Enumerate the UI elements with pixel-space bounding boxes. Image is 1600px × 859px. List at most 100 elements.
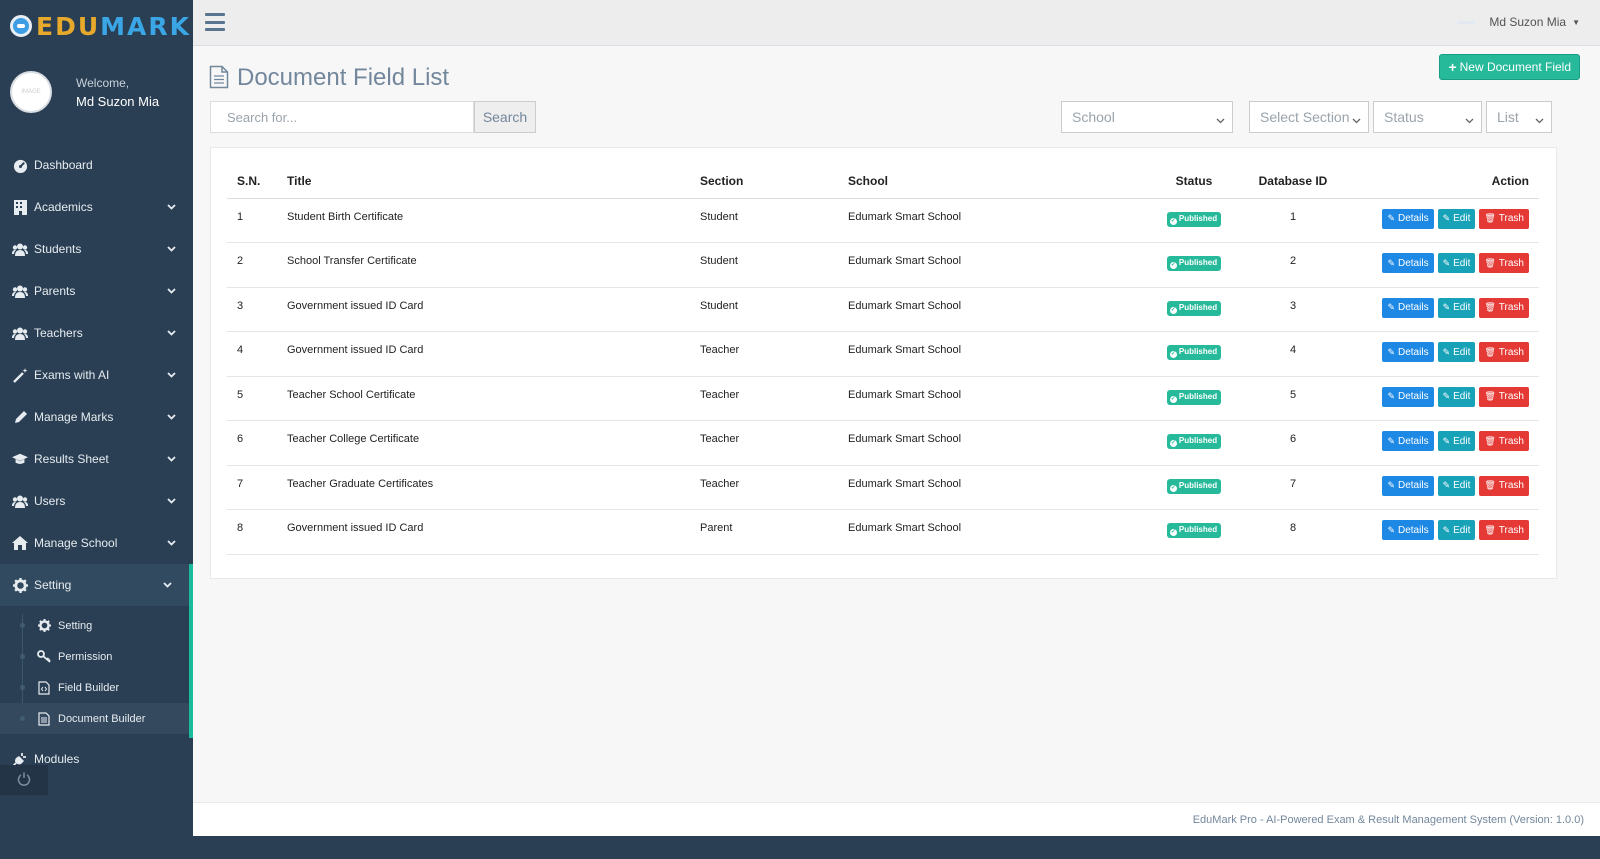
trash-button[interactable]: 🗑 Trash	[1479, 297, 1529, 318]
cell-school: Edumark Smart School	[838, 287, 1144, 332]
chevron-down-icon	[1465, 112, 1475, 124]
cell-action: ✎ Details ✎ Edit 🗑 Trash	[1342, 198, 1539, 243]
edit-square-icon: ✎	[1442, 524, 1451, 535]
brand-name: EDUMARK	[36, 11, 191, 41]
user-avatar	[1457, 20, 1476, 24]
edit-button[interactable]: ✎ Edit	[1437, 520, 1476, 540]
cell-action: ✎ Details ✎ Edit 🗑 Trash	[1342, 509, 1539, 555]
user-dropdown[interactable]: Md Suzon Mia ▼	[1457, 15, 1580, 29]
cell-sn: 7	[227, 465, 277, 510]
cell-title: School Transfer Certificate	[277, 242, 690, 288]
check-circle-icon: ✓	[1169, 440, 1177, 447]
trash-button[interactable]: 🗑 Trash	[1479, 475, 1529, 496]
sidebar-item-manage-marks[interactable]: Manage Marks	[0, 396, 193, 438]
check-circle-icon: ✓	[1169, 306, 1177, 314]
status-select[interactable]: Status	[1373, 101, 1482, 133]
cell-database-id: 7	[1244, 465, 1342, 510]
cell-database-id: 1	[1244, 198, 1342, 243]
cell-school: Edumark Smart School	[838, 198, 1144, 243]
sidebar-item-results-sheet[interactable]: Results Sheet	[0, 438, 193, 480]
details-button[interactable]: ✎ Details	[1382, 208, 1434, 229]
edit-button[interactable]: ✎ Edit	[1437, 386, 1476, 407]
col-header-section: Section	[690, 164, 838, 199]
sidebar-item-setting[interactable]: Setting	[0, 564, 193, 606]
details-button[interactable]: ✎ Details	[1382, 386, 1434, 407]
sidebar-item-users[interactable]: Users	[0, 480, 193, 522]
search-input[interactable]	[210, 101, 474, 133]
details-button[interactable]: ✎ Details	[1382, 431, 1434, 451]
chevron-down-icon	[165, 243, 177, 255]
caret-down-icon: ▼	[1572, 17, 1580, 27]
pencil-icon	[12, 409, 28, 425]
plus-icon: +	[1448, 59, 1457, 75]
trash-button[interactable]: 🗑 Trash	[1479, 342, 1529, 362]
cell-section: Teacher	[690, 331, 838, 377]
sidebar-item-academics[interactable]: Academics	[0, 186, 193, 228]
cell-sn: 1	[227, 198, 277, 243]
new-document-field-button[interactable]: + New Document Field	[1439, 54, 1580, 80]
chevron-down-icon	[1216, 112, 1226, 124]
sidebar-item-students[interactable]: Students	[0, 228, 193, 270]
view-select[interactable]: List	[1486, 101, 1552, 133]
trash-button[interactable]: 🗑 Trash	[1479, 253, 1529, 273]
code-file-icon	[36, 680, 52, 696]
table-row: 1 Student Birth Certificate Student Edum…	[227, 198, 1539, 243]
trash-icon: 🗑	[1484, 480, 1496, 490]
sidebar-item-dashboard[interactable]: Dashboard	[0, 144, 193, 186]
status-badge: ✓ Published	[1166, 300, 1222, 316]
edit-button[interactable]: ✎ Edit	[1437, 297, 1476, 318]
check-circle-icon: ✓	[1169, 484, 1177, 492]
cell-school: Edumark Smart School	[838, 331, 1144, 377]
cell-title: Government issued ID Card	[277, 331, 690, 377]
edit-button[interactable]: ✎ Edit	[1437, 431, 1476, 451]
edit-square-icon: ✎	[1387, 257, 1395, 268]
sidebar-item-parents[interactable]: Parents	[0, 270, 193, 312]
school-select[interactable]: School	[1061, 101, 1233, 133]
details-button[interactable]: ✎ Details	[1382, 342, 1434, 362]
search-button[interactable]: Search	[474, 101, 536, 133]
trash-button[interactable]: 🗑 Trash	[1479, 431, 1529, 451]
table-row: 2 School Transfer Certificate Student Ed…	[227, 242, 1539, 288]
cell-sn: 2	[227, 242, 277, 288]
avatar: IMAGE	[10, 71, 52, 113]
trash-button[interactable]: 🗑 Trash	[1479, 386, 1529, 407]
section-select[interactable]: Select Section	[1249, 101, 1369, 133]
edit-square-icon: ✎	[1387, 213, 1395, 223]
trash-button[interactable]: 🗑 Trash	[1479, 208, 1529, 229]
menu-toggle-icon[interactable]	[205, 13, 225, 31]
submenu-item-setting[interactable]: Setting	[0, 610, 189, 641]
sidebar-item-manage-school[interactable]: Manage School	[0, 522, 193, 564]
cell-school: Edumark Smart School	[838, 465, 1144, 510]
cell-title: Teacher Graduate Certificates	[277, 465, 690, 510]
cell-database-id: 5	[1244, 376, 1342, 421]
chevron-down-icon	[165, 201, 177, 213]
submenu-item-field-builder[interactable]: Field Builder	[0, 672, 189, 703]
cell-section: Student	[690, 242, 838, 288]
edit-button[interactable]: ✎ Edit	[1437, 253, 1476, 273]
sidebar-item-teachers[interactable]: Teachers	[0, 312, 193, 354]
cell-status: ✓ Published	[1144, 287, 1244, 332]
cell-section: Student	[690, 198, 838, 243]
col-header-status: Status	[1144, 164, 1244, 199]
building-icon	[12, 199, 28, 215]
details-button[interactable]: ✎ Details	[1382, 475, 1434, 496]
document-icon	[209, 65, 231, 91]
details-button[interactable]: ✎ Details	[1382, 297, 1434, 318]
cell-sn: 4	[227, 331, 277, 377]
submenu-item-permission[interactable]: Permission	[0, 641, 189, 672]
details-button[interactable]: ✎ Details	[1382, 253, 1434, 273]
footer: EduMark Pro - AI-Powered Exam & Result M…	[193, 802, 1600, 836]
details-button[interactable]: ✎ Details	[1382, 520, 1434, 540]
submenu-item-document-builder[interactable]: Document Builder	[0, 703, 189, 734]
trash-button[interactable]: 🗑 Trash	[1479, 520, 1529, 540]
edit-button[interactable]: ✎ Edit	[1437, 342, 1476, 362]
page-title: Document Field List	[209, 64, 449, 92]
home-icon	[12, 535, 28, 551]
edit-button[interactable]: ✎ Edit	[1437, 475, 1476, 496]
brand-logo[interactable]: EDUMARK	[0, 0, 193, 52]
chevron-down-icon	[165, 369, 177, 381]
logout-button[interactable]	[0, 765, 48, 795]
edit-button[interactable]: ✎ Edit	[1437, 208, 1476, 229]
sidebar-item-exams-with-ai[interactable]: Exams with AI	[0, 354, 193, 396]
col-header-sn: S.N.	[227, 164, 277, 199]
